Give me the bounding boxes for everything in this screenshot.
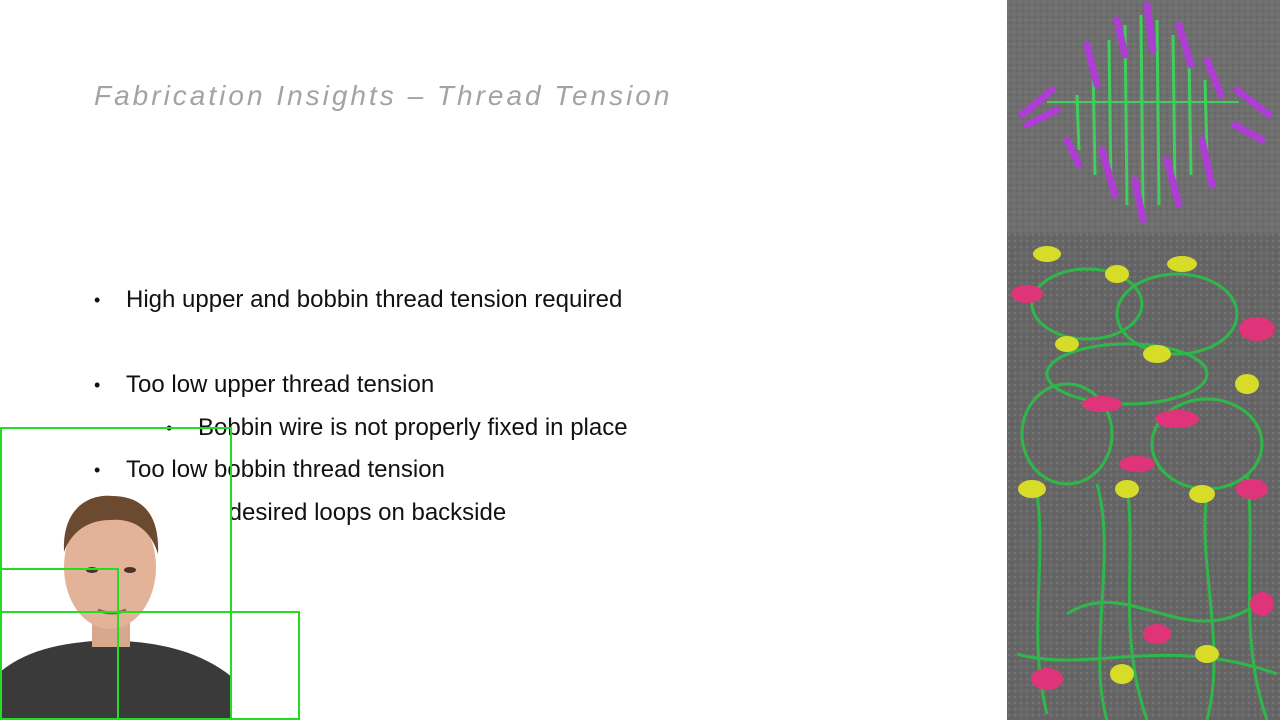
bullet-glyph: • [166, 418, 173, 438]
bullet-glyph: • [94, 290, 101, 310]
bullet-item: • High upper and bobbin thread tension r… [94, 285, 623, 315]
embroidered-diamond-photo [1007, 0, 1280, 234]
presenter-webcam [0, 482, 232, 720]
bullet-text: High upper and bobbin thread tension req… [126, 286, 623, 313]
bullet-text: Too low bobbin thread tension [126, 456, 445, 483]
sub-bullet-item: • Bobbin wire is not properly fixed in p… [166, 413, 628, 443]
bullet-text: Bobbin wire is not properly fixed in pla… [198, 414, 628, 441]
sub-bullet-item: • Undesired loops on backside [166, 498, 507, 528]
thread-loops-closeup-photo [1007, 234, 1280, 720]
slide-title: Fabrication Insights – Thread Tension [94, 80, 673, 111]
bullet-glyph: • [94, 375, 101, 395]
bullet-glyph: • [94, 460, 101, 480]
bullet-text: Undesired loops on backside [198, 499, 507, 526]
bullet-text: Too low upper thread tension [126, 371, 435, 398]
bullet-item: • Too low bobbin thread tension [94, 455, 445, 485]
bullet-item: • Too low upper thread tension [94, 370, 435, 400]
